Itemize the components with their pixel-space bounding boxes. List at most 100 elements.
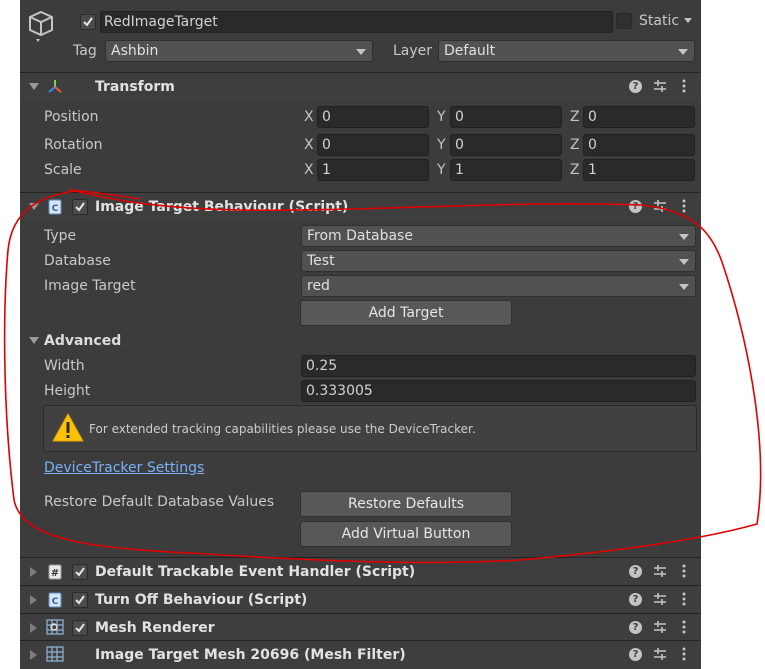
chevron-down-icon xyxy=(679,284,689,290)
width-label: Width xyxy=(44,358,85,374)
help-icon[interactable]: ? xyxy=(629,565,642,578)
axis-y-label[interactable]: Y xyxy=(437,161,446,179)
help-icon[interactable]: ? xyxy=(629,200,642,213)
type-label: Type xyxy=(44,228,77,244)
scale-y-field[interactable]: 1 xyxy=(450,159,562,181)
more-options-icon[interactable] xyxy=(682,592,686,606)
image-target-title: Image Target Behaviour (Script) xyxy=(95,199,349,215)
axis-z-label[interactable]: Z xyxy=(570,108,580,126)
position-label: Position xyxy=(44,109,99,125)
layer-dropdown[interactable]: Default xyxy=(438,40,695,62)
mesh-renderer-icon xyxy=(46,619,64,635)
hash-script-icon: # xyxy=(48,564,62,580)
database-value: Test xyxy=(307,253,335,269)
height-field[interactable]: 0.333005 xyxy=(301,380,696,402)
scale-x-field[interactable]: 1 xyxy=(317,159,429,181)
help-icon[interactable]: ? xyxy=(629,648,642,661)
image-target-dropdown[interactable]: red xyxy=(301,275,696,297)
more-options-icon[interactable] xyxy=(682,79,686,93)
component-title: Image Target Mesh 20696 (Mesh Filter) xyxy=(95,647,406,663)
component-header[interactable]: Mesh Renderer ? xyxy=(20,613,701,640)
image-target-value: red xyxy=(307,278,330,294)
preset-icon[interactable] xyxy=(653,620,667,634)
svg-text:C: C xyxy=(52,204,59,214)
component-header[interactable]: # Default Trackable Event Handler (Scrip… xyxy=(20,557,701,585)
rotation-z-field[interactable]: 0 xyxy=(583,134,695,156)
preset-icon[interactable] xyxy=(653,592,667,606)
type-dropdown[interactable]: From Database xyxy=(301,225,696,247)
inspector-panel: RedImageTarget Static Tag Ashbin Layer D… xyxy=(20,0,701,669)
preset-icon[interactable] xyxy=(653,647,667,661)
tag-dropdown[interactable]: Ashbin xyxy=(105,40,373,62)
axis-x-label[interactable]: X xyxy=(304,108,314,126)
axis-z-label[interactable]: Z xyxy=(570,136,580,154)
static-checkbox[interactable] xyxy=(616,13,632,29)
script-icon: C xyxy=(48,592,62,608)
width-field[interactable]: 0.25 xyxy=(301,355,696,377)
foldout-arrow-icon[interactable] xyxy=(30,567,37,577)
axis-y-label[interactable]: Y xyxy=(437,108,446,126)
object-name-field[interactable]: RedImageTarget xyxy=(100,11,613,33)
foldout-arrow-icon[interactable] xyxy=(30,650,37,660)
help-icon[interactable]: ? xyxy=(629,621,642,634)
add-target-button[interactable]: Add Target xyxy=(300,300,512,326)
component-enabled-checkbox[interactable] xyxy=(72,564,88,580)
height-label: Height xyxy=(44,383,91,399)
advanced-foldout-icon[interactable] xyxy=(29,337,39,344)
position-x-field[interactable]: 0 xyxy=(317,106,429,128)
foldout-arrow-icon[interactable] xyxy=(30,623,37,633)
warning-icon xyxy=(51,412,85,444)
restore-defaults-button[interactable]: Restore Defaults xyxy=(300,491,512,517)
preset-icon[interactable] xyxy=(653,199,667,213)
component-title: Mesh Renderer xyxy=(95,620,215,636)
warning-text: For extended tracking capabilities pleas… xyxy=(89,422,476,436)
axis-x-label[interactable]: X xyxy=(304,161,314,179)
transform-title: Transform xyxy=(95,79,175,95)
position-z-field[interactable]: 0 xyxy=(583,106,695,128)
axis-x-label[interactable]: X xyxy=(304,136,314,154)
svg-text:C: C xyxy=(52,597,59,607)
foldout-arrow-icon[interactable] xyxy=(30,595,37,605)
transform-icon xyxy=(47,78,63,94)
more-options-icon[interactable] xyxy=(682,199,686,213)
transform-header[interactable]: Transform ? xyxy=(20,72,701,100)
preset-icon[interactable] xyxy=(653,564,667,578)
preset-icon[interactable] xyxy=(653,79,667,93)
component-title: Turn Off Behaviour (Script) xyxy=(95,592,308,608)
axis-z-label[interactable]: Z xyxy=(570,161,580,179)
tag-label: Tag xyxy=(73,43,97,59)
component-enabled-checkbox[interactable] xyxy=(72,620,88,636)
foldout-arrow-icon[interactable] xyxy=(29,83,39,90)
rotation-x-field[interactable]: 0 xyxy=(317,134,429,156)
rotation-y-field[interactable]: 0 xyxy=(450,134,562,156)
gameobject-cube-icon xyxy=(26,8,60,42)
foldout-arrow-icon[interactable] xyxy=(29,203,39,210)
database-label: Database xyxy=(44,253,111,269)
chevron-down-icon xyxy=(679,234,689,240)
type-value: From Database xyxy=(307,228,413,244)
position-y-field[interactable]: 0 xyxy=(450,106,562,128)
advanced-label[interactable]: Advanced xyxy=(44,332,121,350)
active-checkbox[interactable] xyxy=(80,14,96,30)
devicetracker-settings-link[interactable]: DeviceTracker Settings xyxy=(44,459,204,477)
help-icon[interactable]: ? xyxy=(629,80,642,93)
component-title: Default Trackable Event Handler (Script) xyxy=(95,564,416,580)
image-target-header[interactable]: C Image Target Behaviour (Script) ? xyxy=(20,192,701,220)
more-options-icon[interactable] xyxy=(682,647,686,661)
component-header[interactable]: C Turn Off Behaviour (Script) ? xyxy=(20,585,701,613)
chevron-down-icon xyxy=(678,49,688,55)
more-options-icon[interactable] xyxy=(682,620,686,634)
axis-y-label[interactable]: Y xyxy=(437,136,446,154)
component-header[interactable]: Image Target Mesh 20696 (Mesh Filter) ? xyxy=(20,640,701,669)
component-enabled-checkbox[interactable] xyxy=(72,592,88,608)
add-virtual-button-button[interactable]: Add Virtual Button xyxy=(300,521,512,547)
more-options-icon[interactable] xyxy=(682,564,686,578)
scale-z-field[interactable]: 1 xyxy=(583,159,695,181)
static-dropdown-icon[interactable] xyxy=(684,18,692,23)
static-label[interactable]: Static xyxy=(639,12,679,30)
component-enabled-checkbox[interactable] xyxy=(72,199,88,215)
scale-label: Scale xyxy=(44,162,82,178)
help-icon[interactable]: ? xyxy=(629,593,642,606)
svg-text:#: # xyxy=(51,568,59,579)
database-dropdown[interactable]: Test xyxy=(301,250,696,272)
